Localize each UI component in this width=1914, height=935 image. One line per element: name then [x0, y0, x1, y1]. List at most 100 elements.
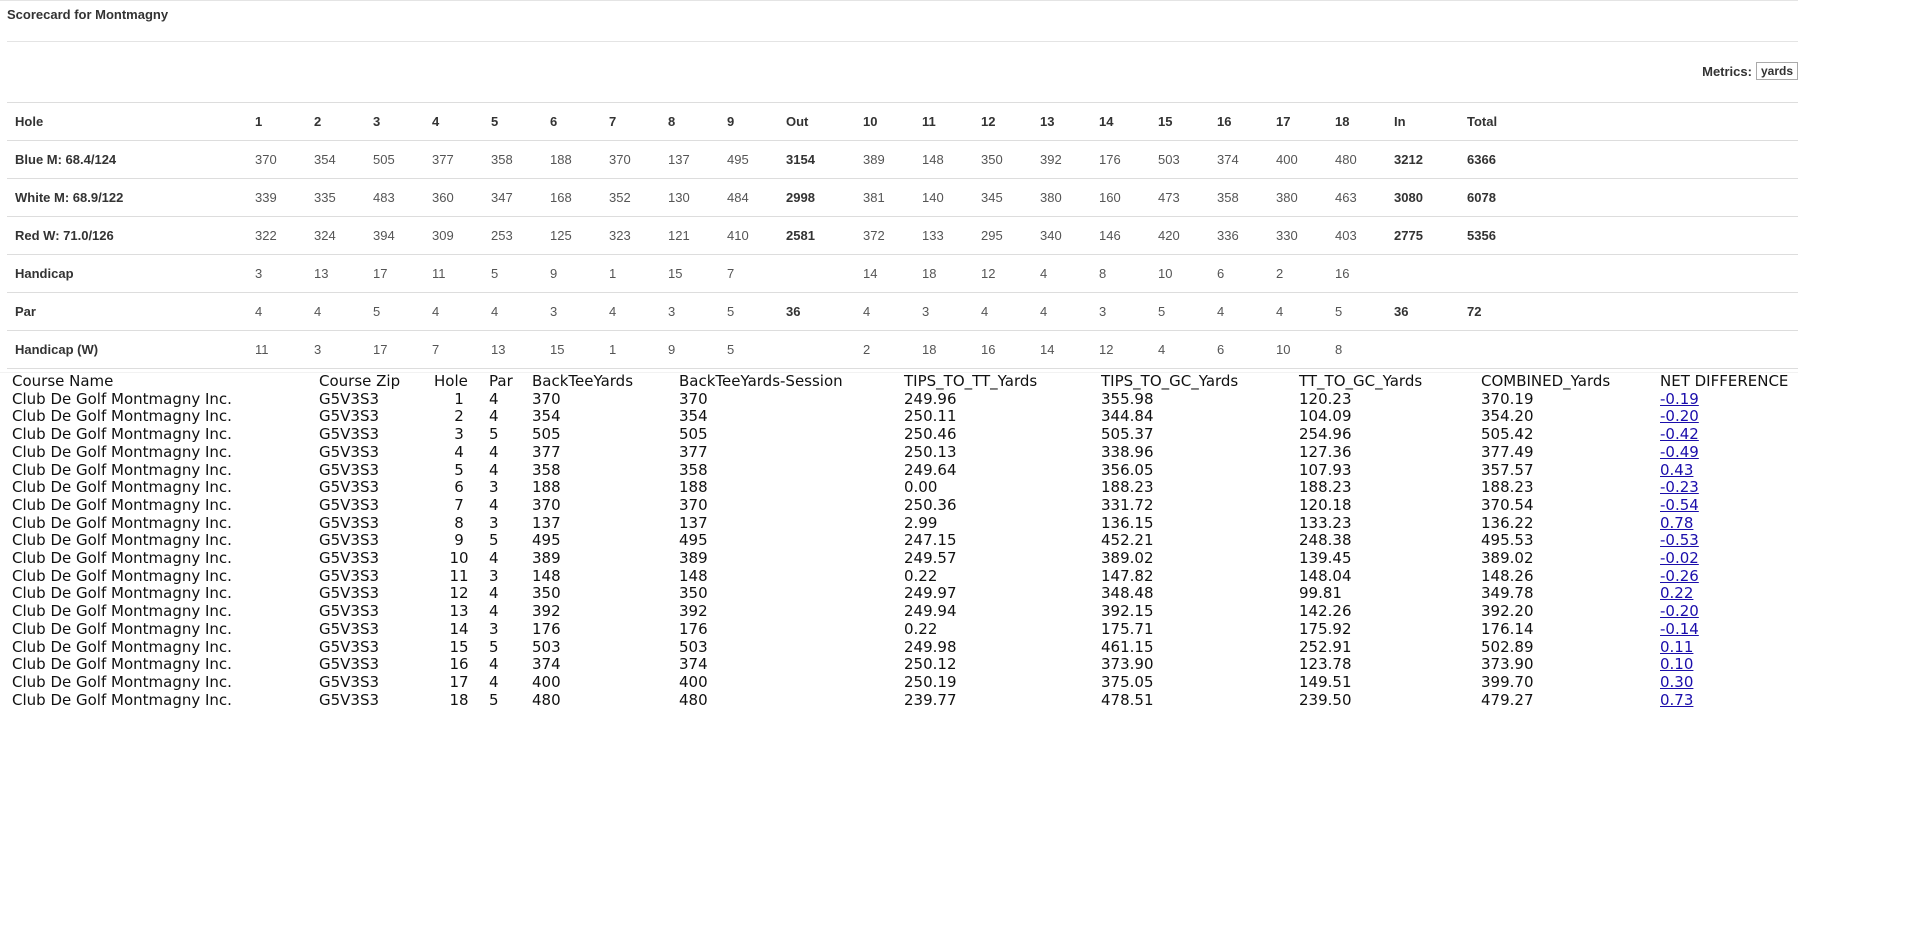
scorecard-cell: 140: [922, 190, 944, 205]
raw-cell-link-wrap: -0.20: [1660, 602, 1835, 621]
scorecard-cell: 295: [981, 228, 1003, 243]
raw-header-cell: BackTeeYards: [532, 372, 634, 390]
raw-row: Club De Golf Montmagny Inc. G5V3S3 8 3 137 13…: [12, 513, 1835, 533]
scorecard-cell: 14: [1040, 342, 1055, 357]
scorecard-cell: 336: [1217, 228, 1239, 243]
net-difference-link[interactable]: 0.10: [1660, 655, 1693, 673]
raw-cell: 254.96: [1299, 425, 1352, 444]
raw-header-cell: NET DIFFERENCE: [1660, 372, 1789, 390]
scorecard-header-cell: 11: [922, 114, 936, 129]
net-difference-link[interactable]: -0.23: [1660, 478, 1699, 496]
raw-cell: 373.90: [1481, 655, 1534, 674]
raw-cell: Club De Golf Montmagny Inc.: [12, 425, 232, 444]
raw-cell: Club De Golf Montmagny Inc.: [12, 460, 232, 479]
scorecard-cell: 3: [922, 304, 930, 319]
net-difference-link[interactable]: -0.42: [1660, 425, 1699, 443]
scorecard-header-cell: 3: [373, 114, 381, 129]
raw-cell: Club De Golf Montmagny Inc.: [12, 478, 232, 497]
scorecard-cell: [786, 331, 863, 369]
raw-cell: G5V3S3: [319, 602, 380, 621]
net-difference-link[interactable]: 0.73: [1660, 691, 1693, 709]
raw-cell-link-wrap: 0.30: [1660, 673, 1835, 692]
raw-cell: 120.23: [1299, 389, 1352, 408]
scorecard-cell: 168: [550, 190, 572, 205]
scorecard-header-cell: 8: [668, 114, 676, 129]
scorecard-cell: 18: [922, 266, 937, 281]
raw-cell: 461.15: [1101, 637, 1154, 656]
raw-cell: 14: [449, 619, 469, 638]
net-difference-link[interactable]: 0.78: [1660, 514, 1693, 532]
raw-cell: 149.51: [1299, 672, 1352, 691]
raw-cell: 3: [489, 478, 499, 497]
raw-cell: Club De Golf Montmagny Inc.: [12, 619, 232, 638]
net-difference-link[interactable]: 0.22: [1660, 584, 1693, 603]
raw-cell-link-wrap: 0.22: [1660, 585, 1835, 603]
net-difference-link[interactable]: 0.43: [1660, 461, 1693, 479]
raw-cell: 358: [679, 460, 708, 479]
raw-cell: 354: [679, 407, 708, 426]
scorecard-cell: 340: [1040, 228, 1062, 243]
raw-cell: 505: [532, 425, 561, 444]
scorecard-cell: 480: [1335, 152, 1357, 167]
scorecard-cell: 3: [314, 342, 322, 357]
raw-cell: 7: [454, 495, 464, 514]
raw-cell: 5: [454, 460, 464, 479]
scorecard-cell: 10: [1276, 342, 1291, 357]
raw-cell: Club De Golf Montmagny Inc.: [12, 442, 232, 461]
raw-cell: Club De Golf Montmagny Inc.: [12, 672, 232, 691]
raw-cell: 188.23: [1299, 478, 1352, 497]
net-difference-link[interactable]: -0.53: [1660, 531, 1699, 549]
net-difference-link[interactable]: -0.19: [1660, 390, 1699, 408]
raw-row: Club De Golf Montmagny Inc. G5V3S3 4 4 377 37…: [12, 442, 1835, 462]
raw-cell: 148: [532, 566, 561, 585]
scorecard-cell: 14: [863, 266, 878, 281]
raw-row: Club De Golf Montmagny Inc. G5V3S3 5 4 358 35…: [12, 460, 1835, 480]
raw-cell: 495: [532, 531, 561, 550]
raw-cell: 392.20: [1481, 602, 1534, 621]
raw-cell: 392.15: [1101, 602, 1154, 621]
scorecard-header-cell: 18: [1335, 114, 1350, 129]
scorecard-cell: 12: [1099, 342, 1114, 357]
net-difference-link[interactable]: 0.30: [1660, 673, 1693, 691]
raw-cell-link-wrap: -0.26: [1660, 567, 1835, 586]
scorecard-cell: 503: [1158, 152, 1180, 167]
raw-cell: G5V3S3: [319, 566, 380, 585]
scorecard-cell: 309: [432, 228, 454, 243]
raw-cell: 249.57: [904, 549, 957, 568]
raw-cell: G5V3S3: [319, 407, 380, 426]
scorecard-cell: 354: [314, 152, 336, 167]
scorecard-cell: 12: [981, 266, 996, 281]
scorecard-cell: 350: [981, 152, 1003, 167]
net-difference-link[interactable]: -0.20: [1660, 407, 1699, 426]
net-difference-link[interactable]: -0.14: [1660, 620, 1699, 638]
raw-cell: 250.13: [904, 442, 957, 461]
net-difference-link[interactable]: -0.54: [1660, 496, 1699, 514]
raw-cell: 250.36: [904, 495, 957, 514]
scorecard-cell: 4: [981, 304, 989, 319]
scorecard-cell: 372: [863, 228, 885, 243]
raw-cell-link-wrap: 0.11: [1660, 638, 1835, 657]
raw-cell: 136.22: [1481, 513, 1534, 532]
raw-cell: 8: [454, 513, 464, 532]
raw-cell: 18: [449, 690, 469, 709]
net-difference-link[interactable]: -0.02: [1660, 549, 1699, 567]
metrics-select[interactable]: yards: [1755, 62, 1798, 80]
raw-cell: 377: [679, 442, 708, 461]
scorecard-cell: 9: [668, 342, 676, 357]
raw-cell: 355.98: [1101, 389, 1154, 408]
net-difference-link[interactable]: -0.26: [1660, 567, 1699, 585]
raw-cell: 505: [679, 425, 708, 444]
net-difference-link[interactable]: -0.20: [1660, 602, 1699, 620]
scorecard-cell: 2581: [786, 228, 815, 243]
scorecard-header-cell: 17: [1276, 114, 1291, 129]
raw-cell: 354: [532, 407, 561, 426]
net-difference-link[interactable]: 0.11: [1660, 638, 1693, 656]
scorecard-header-cell: 13: [1040, 114, 1055, 129]
raw-cell: 176: [679, 619, 708, 638]
raw-row: Club De Golf Montmagny Inc. G5V3S3 6 3 188 18…: [12, 478, 1835, 497]
net-difference-link[interactable]: -0.49: [1660, 443, 1699, 461]
scorecard-cell: 370: [255, 152, 277, 167]
scorecard-cell: 6: [1217, 342, 1225, 357]
scorecard-cell: 4: [255, 304, 263, 319]
raw-cell: 392: [532, 602, 561, 621]
